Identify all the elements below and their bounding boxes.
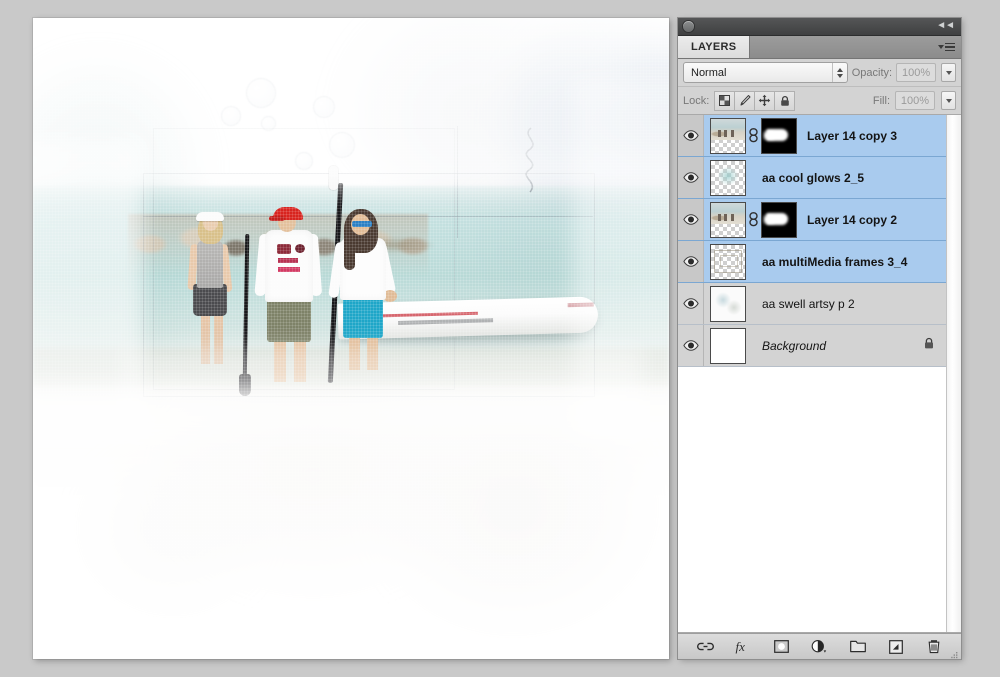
collapse-panel-icon[interactable]: ◄◄ bbox=[936, 21, 955, 31]
tab-layers-label: LAYERS bbox=[691, 41, 737, 53]
layer-thumbnail[interactable] bbox=[710, 243, 746, 280]
layer-locked-icon bbox=[923, 337, 935, 355]
eye-icon bbox=[682, 130, 699, 141]
lock-position-icon[interactable] bbox=[755, 90, 776, 111]
layer-thumbnail[interactable] bbox=[710, 201, 746, 238]
layer-name[interactable]: Background bbox=[762, 339, 826, 353]
layer-thumbnail[interactable] bbox=[710, 327, 746, 364]
table-row[interactable]: aa cool glows 2_5 bbox=[678, 157, 961, 199]
app-root: ◄◄ LAYERS Normal Opacity: 100% Lock: Fil… bbox=[0, 0, 1000, 677]
layer-visibility-toggle[interactable] bbox=[678, 325, 704, 366]
new-group-button[interactable] bbox=[848, 637, 867, 656]
eye-icon bbox=[682, 298, 699, 309]
layer-name[interactable]: Layer 14 copy 3 bbox=[807, 129, 897, 143]
layer-thumbnail[interactable] bbox=[710, 117, 746, 154]
lock-all-icon[interactable] bbox=[775, 90, 796, 111]
layer-name[interactable]: aa cool glows 2_5 bbox=[762, 171, 864, 185]
paper-grain bbox=[33, 18, 669, 659]
fill-input[interactable]: 100% bbox=[895, 91, 935, 110]
layer-mask-thumbnail[interactable] bbox=[761, 117, 797, 154]
layer-name[interactable]: aa multiMedia frames 3_4 bbox=[762, 255, 907, 269]
layers-panel-footer: fx bbox=[678, 633, 961, 659]
lock-fill-row: Lock: Fill: 100% bbox=[678, 87, 961, 115]
layer-thumbnail[interactable] bbox=[710, 285, 746, 322]
blend-opacity-row: Normal Opacity: 100% bbox=[678, 59, 961, 87]
fill-slider-toggle[interactable] bbox=[941, 91, 956, 110]
eye-icon bbox=[682, 214, 699, 225]
folder-icon bbox=[849, 640, 866, 653]
link-icon bbox=[697, 642, 714, 651]
eye-icon bbox=[682, 340, 699, 351]
layer-style-button[interactable]: fx bbox=[734, 637, 753, 656]
svg-text:fx: fx bbox=[736, 639, 746, 654]
blend-mode-select[interactable]: Normal bbox=[683, 62, 848, 83]
panel-tab-row[interactable]: LAYERS bbox=[678, 36, 961, 59]
layer-thumbnail[interactable] bbox=[710, 159, 746, 196]
close-dot-icon[interactable] bbox=[683, 21, 694, 32]
opacity-slider-toggle[interactable] bbox=[941, 63, 957, 82]
layer-list-scrollbar[interactable] bbox=[946, 115, 961, 632]
opacity-input[interactable]: 100% bbox=[896, 63, 937, 82]
link-layers-button[interactable] bbox=[696, 637, 715, 656]
layer-name[interactable]: Layer 14 copy 2 bbox=[807, 213, 897, 227]
layer-visibility-toggle[interactable] bbox=[678, 241, 704, 282]
table-row[interactable]: aa swell artsy p 2 bbox=[678, 283, 961, 325]
layer-mask-link-icon[interactable] bbox=[746, 212, 761, 227]
fill-label: Fill: bbox=[872, 94, 890, 107]
new-adjustment-layer-button[interactable] bbox=[810, 637, 829, 656]
layer-list[interactable]: Layer 14 copy 3 aa cool glows 2_5 Layer … bbox=[678, 115, 961, 633]
resize-grip-icon[interactable] bbox=[948, 647, 958, 659]
layer-name[interactable]: aa swell artsy p 2 bbox=[762, 297, 855, 311]
layer-visibility-toggle[interactable] bbox=[678, 157, 704, 198]
eye-icon bbox=[682, 256, 699, 267]
layer-mask-icon bbox=[774, 640, 789, 653]
tab-layers[interactable]: LAYERS bbox=[678, 36, 751, 58]
panel-title-bar[interactable]: ◄◄ bbox=[678, 18, 961, 36]
add-layer-mask-button[interactable] bbox=[772, 637, 791, 656]
table-row[interactable]: Background bbox=[678, 325, 961, 367]
table-row[interactable]: Layer 14 copy 3 bbox=[678, 115, 961, 157]
layer-visibility-toggle[interactable] bbox=[678, 115, 704, 156]
layers-panel[interactable]: ◄◄ LAYERS Normal Opacity: 100% Lock: Fil… bbox=[678, 18, 961, 659]
new-layer-icon bbox=[888, 639, 903, 654]
eye-icon bbox=[682, 172, 699, 183]
lock-image-pixels-icon[interactable] bbox=[735, 90, 756, 111]
layer-mask-thumbnail[interactable] bbox=[761, 201, 797, 238]
lock-transparent-pixels-icon[interactable] bbox=[714, 90, 736, 111]
delete-layer-button[interactable] bbox=[924, 637, 943, 656]
layer-mask-link-icon[interactable] bbox=[746, 128, 761, 143]
blend-mode-value: Normal bbox=[691, 66, 727, 79]
fx-icon: fx bbox=[736, 639, 746, 654]
layer-visibility-toggle[interactable] bbox=[678, 199, 704, 240]
lock-buttons bbox=[714, 90, 796, 111]
document-window[interactable] bbox=[33, 18, 669, 659]
table-row[interactable]: Layer 14 copy 2 bbox=[678, 199, 961, 241]
table-row[interactable]: aa multiMedia frames 3_4 bbox=[678, 241, 961, 283]
blend-mode-stepper-icon[interactable] bbox=[831, 63, 843, 82]
lock-label: Lock: bbox=[683, 94, 710, 107]
new-layer-button[interactable] bbox=[886, 637, 905, 656]
opacity-label: Opacity: bbox=[851, 66, 893, 79]
layer-visibility-toggle[interactable] bbox=[678, 283, 704, 324]
trash-icon bbox=[928, 640, 939, 654]
canvas-artwork[interactable] bbox=[33, 18, 669, 659]
adjustment-layer-icon bbox=[811, 639, 827, 653]
panel-menu-icon[interactable] bbox=[938, 40, 955, 54]
